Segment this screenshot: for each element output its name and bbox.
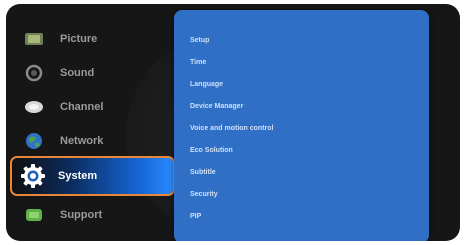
- sound-icon: [24, 63, 44, 83]
- menu-item-label: Network: [60, 135, 104, 147]
- menu-item-network[interactable]: Network: [16, 126, 174, 156]
- menu-item-support[interactable]: Support: [16, 200, 174, 230]
- menu-item-channel[interactable]: Channel: [16, 92, 174, 122]
- network-globe-icon: [24, 131, 44, 151]
- submenu-item-pip[interactable]: PIP: [190, 213, 201, 220]
- menu-item-sound[interactable]: Sound: [16, 58, 174, 88]
- menu-item-label: Sound: [60, 67, 95, 79]
- support-icon: [24, 205, 44, 225]
- menu-item-label: Channel: [60, 101, 104, 113]
- submenu-item-language[interactable]: Language: [190, 81, 223, 88]
- submenu-item-time[interactable]: Time: [190, 59, 206, 66]
- gear-icon: [20, 163, 46, 189]
- menu-item-picture[interactable]: Picture: [16, 24, 174, 54]
- menu-item-system[interactable]: System: [10, 156, 175, 196]
- channel-icon: [24, 97, 44, 117]
- system-submenu: Setup Time Language Device Manager Voice…: [174, 10, 429, 241]
- submenu-item-eco-solution[interactable]: Eco Solution: [190, 147, 233, 154]
- submenu-item-device-manager[interactable]: Device Manager: [190, 103, 243, 110]
- tv-screen: Picture Sound Channel Network Support Sy…: [6, 4, 460, 241]
- menu-item-label: Support: [60, 209, 103, 221]
- submenu-item-setup[interactable]: Setup: [190, 37, 209, 44]
- submenu-item-voice-motion-control[interactable]: Voice and motion control: [190, 125, 273, 132]
- picture-icon: [24, 29, 44, 49]
- submenu-item-subtitle[interactable]: Subtitle: [190, 169, 216, 176]
- submenu-item-security[interactable]: Security: [190, 191, 218, 198]
- menu-item-label: System: [58, 170, 98, 182]
- menu-item-label: Picture: [60, 33, 98, 45]
